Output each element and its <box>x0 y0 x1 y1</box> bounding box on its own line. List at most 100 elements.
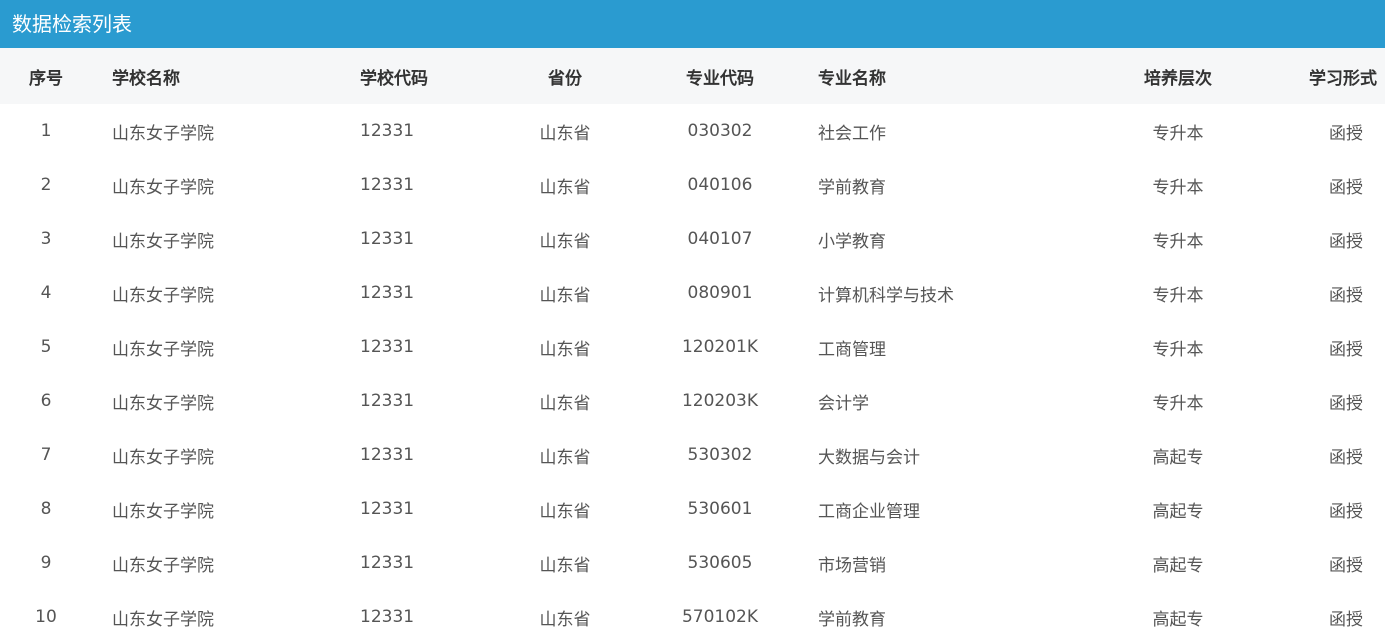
cell-level: 高起专 <box>1152 447 1204 468</box>
header-row: 序号 学校名称 学校代码 省份 专业代码 专业名称 培养层次 学习形式 <box>0 48 1385 104</box>
cell-major-name: 学前教育 <box>818 177 886 198</box>
cell-school-name: 山东女子学院 <box>112 393 214 414</box>
cell-major-code: 040107 <box>687 229 753 249</box>
table-row: 6 山东女子学院 12331 山东省 120203K 会计学 专升本 函授 <box>0 374 1385 428</box>
cell-major-code: 040106 <box>687 175 753 195</box>
table-row: 10 山东女子学院 12331 山东省 570102K 学前教育 高起专 函授 <box>0 590 1385 642</box>
cell-level: 专升本 <box>1152 285 1204 306</box>
cell-major-name: 工商企业管理 <box>818 501 920 522</box>
cell-study-mode: 函授 <box>1329 501 1363 522</box>
cell-major-code: 570102K <box>681 607 759 627</box>
cell-study-mode: 函授 <box>1329 393 1363 414</box>
cell-school-code: 12331 <box>360 175 415 195</box>
cell-province: 山东省 <box>539 393 591 414</box>
table-row: 2 山东女子学院 12331 山东省 040106 学前教育 专升本 函授 <box>0 158 1385 212</box>
cell-school-name: 山东女子学院 <box>112 609 214 630</box>
cell-province: 山东省 <box>539 231 591 252</box>
cell-province: 山东省 <box>539 609 591 630</box>
cell-school-code: 12331 <box>360 553 415 573</box>
cell-level: 高起专 <box>1152 501 1204 522</box>
cell-index: 10 <box>35 607 57 627</box>
cell-school-name: 山东女子学院 <box>112 285 214 306</box>
cell-school-code: 12331 <box>360 499 415 519</box>
cell-major-code: 080901 <box>687 283 753 303</box>
cell-level: 专升本 <box>1152 231 1204 252</box>
column-header-school-code: 学校代码 <box>360 68 428 89</box>
cell-index: 7 <box>40 445 52 465</box>
table-body: 1 山东女子学院 12331 山东省 030302 社会工作 专升本 函授 2 山东女子学院 123… <box>0 104 1385 642</box>
cell-level: 专升本 <box>1152 123 1204 144</box>
cell-major-name: 计算机科学与技术 <box>818 285 954 306</box>
data-search-panel: 数据检索列表 序号 学校名称 学校代码 省份 专业代码 专业名称 培养层次 学习… <box>0 0 1385 642</box>
cell-school-code: 12331 <box>360 121 415 141</box>
column-header-school-name: 学校名称 <box>112 68 180 89</box>
cell-school-code: 12331 <box>360 229 415 249</box>
cell-school-code: 12331 <box>360 445 415 465</box>
cell-major-name: 小学教育 <box>818 231 886 252</box>
column-header-major-name: 专业名称 <box>818 68 886 89</box>
cell-index: 3 <box>40 229 52 249</box>
panel-title: 数据检索列表 <box>0 0 1385 48</box>
cell-major-code: 530601 <box>687 499 753 519</box>
cell-major-code: 120201K <box>681 337 759 357</box>
cell-school-code: 12331 <box>360 391 415 411</box>
cell-major-name: 社会工作 <box>818 123 886 144</box>
cell-study-mode: 函授 <box>1329 447 1363 468</box>
column-header-major-code: 专业代码 <box>686 68 754 89</box>
cell-school-name: 山东女子学院 <box>112 555 214 576</box>
cell-major-name: 市场营销 <box>818 555 886 576</box>
cell-school-name: 山东女子学院 <box>112 231 214 252</box>
cell-province: 山东省 <box>539 447 591 468</box>
cell-major-code: 530605 <box>687 553 753 573</box>
cell-study-mode: 函授 <box>1329 123 1363 144</box>
cell-index: 6 <box>40 391 52 411</box>
cell-province: 山东省 <box>539 177 591 198</box>
cell-level: 高起专 <box>1152 609 1204 630</box>
cell-study-mode: 函授 <box>1329 285 1363 306</box>
table-header: 序号 学校名称 学校代码 省份 专业代码 专业名称 培养层次 学习形式 <box>0 48 1385 104</box>
cell-major-code: 030302 <box>687 121 753 141</box>
cell-province: 山东省 <box>539 501 591 522</box>
cell-index: 8 <box>40 499 52 519</box>
column-header-index: 序号 <box>29 68 63 89</box>
cell-study-mode: 函授 <box>1329 555 1363 576</box>
cell-level: 专升本 <box>1152 393 1204 414</box>
cell-study-mode: 函授 <box>1329 231 1363 252</box>
cell-province: 山东省 <box>539 339 591 360</box>
column-header-study-mode: 学习形式 <box>1309 68 1377 89</box>
cell-study-mode: 函授 <box>1329 339 1363 360</box>
cell-school-code: 12331 <box>360 337 415 357</box>
table-row: 8 山东女子学院 12331 山东省 530601 工商企业管理 高起专 函授 <box>0 482 1385 536</box>
cell-major-name: 学前教育 <box>818 609 886 630</box>
cell-province: 山东省 <box>539 285 591 306</box>
table-row: 5 山东女子学院 12331 山东省 120201K 工商管理 专升本 函授 <box>0 320 1385 374</box>
cell-index: 2 <box>40 175 52 195</box>
cell-index: 4 <box>40 283 52 303</box>
cell-major-name: 工商管理 <box>818 339 886 360</box>
cell-school-code: 12331 <box>360 283 415 303</box>
cell-school-name: 山东女子学院 <box>112 339 214 360</box>
cell-level: 专升本 <box>1152 339 1204 360</box>
cell-school-name: 山东女子学院 <box>112 501 214 522</box>
cell-major-name: 会计学 <box>818 393 869 414</box>
table-row: 9 山东女子学院 12331 山东省 530605 市场营销 高起专 函授 <box>0 536 1385 590</box>
cell-province: 山东省 <box>539 123 591 144</box>
cell-major-code: 120203K <box>681 391 759 411</box>
cell-index: 5 <box>40 337 52 357</box>
cell-school-name: 山东女子学院 <box>112 123 214 144</box>
table-row: 1 山东女子学院 12331 山东省 030302 社会工作 专升本 函授 <box>0 104 1385 158</box>
cell-major-name: 大数据与会计 <box>818 447 920 468</box>
cell-school-name: 山东女子学院 <box>112 447 214 468</box>
cell-study-mode: 函授 <box>1329 609 1363 630</box>
cell-province: 山东省 <box>539 555 591 576</box>
table-row: 3 山东女子学院 12331 山东省 040107 小学教育 专升本 函授 <box>0 212 1385 266</box>
cell-school-name: 山东女子学院 <box>112 177 214 198</box>
table-row: 7 山东女子学院 12331 山东省 530302 大数据与会计 高起专 函授 <box>0 428 1385 482</box>
column-header-level: 培养层次 <box>1144 68 1212 89</box>
column-header-province: 省份 <box>548 68 582 89</box>
results-table: 序号 学校名称 学校代码 省份 专业代码 专业名称 培养层次 学习形式 1 山东女… <box>0 48 1385 642</box>
cell-level: 高起专 <box>1152 555 1204 576</box>
cell-school-code: 12331 <box>360 607 415 627</box>
cell-index: 9 <box>40 553 52 573</box>
cell-index: 1 <box>40 121 52 141</box>
